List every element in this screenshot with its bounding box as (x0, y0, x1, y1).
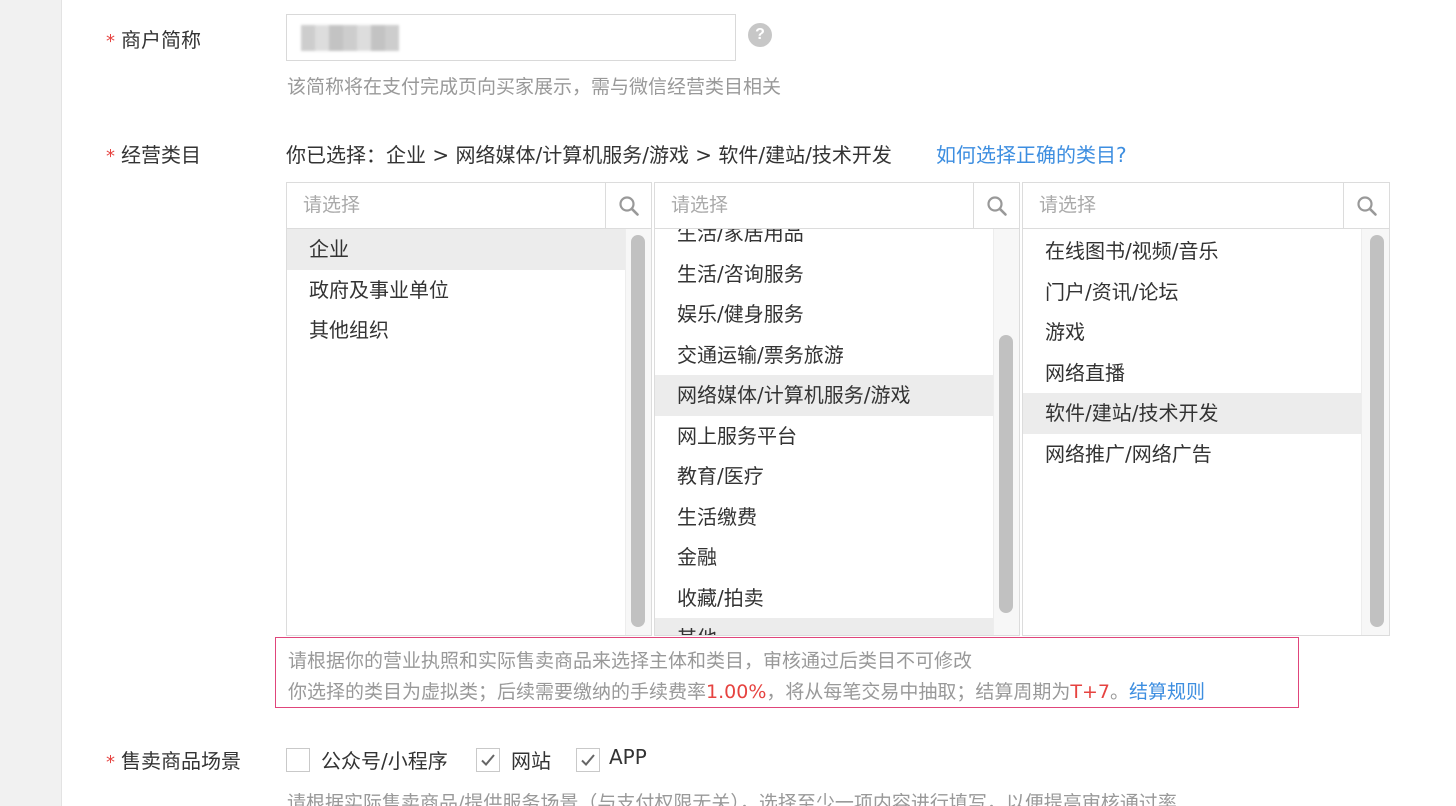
notice-line-1: 请根据你的营业执照和实际售卖商品来选择主体和类目，审核通过后类目不可修改 (288, 650, 973, 672)
column-1-scrollbar[interactable] (631, 235, 645, 627)
search-icon[interactable] (973, 183, 1019, 228)
list-item[interactable]: 娱乐/健身服务 (655, 294, 993, 335)
column-3-search-input[interactable] (1023, 183, 1341, 227)
list-item[interactable]: 政府及事业单位 (287, 270, 625, 311)
check-icon (581, 754, 595, 766)
required-mark: * (106, 31, 115, 52)
checkbox-official-account[interactable] (286, 748, 310, 772)
column-1-list: 企业 政府及事业单位 其他组织 (287, 229, 651, 635)
notice-text-a: 你选择的类目为虚拟类；后续需要缴纳的手续费率 (288, 681, 707, 703)
notice-text-b: ，将从每笔交易中抽取；结算周期为 (766, 681, 1071, 703)
list-item[interactable]: 其他组织 (287, 310, 625, 351)
fee-rate: 1.00% (706, 681, 767, 703)
list-item[interactable]: 交通运输/票务旅游 (655, 335, 993, 376)
sale-scene-hint: 请根据实际售卖商品/提供服务场景（与支付权限无关），选择至少一项内容进行填写，以… (287, 792, 1177, 806)
category-help-link[interactable]: 如何选择正确的类目? (936, 139, 1127, 168)
notice-line-2: 你选择的类目为虚拟类；后续需要缴纳的手续费率1.00%，将从每笔交易中抽取；结算… (288, 677, 1298, 708)
list-item[interactable]: 教育/医疗 (655, 456, 993, 497)
column-2-list: 生活/家居用品 生活/咨询服务 娱乐/健身服务 交通运输/票务旅游 网络媒体/计… (655, 229, 1019, 635)
search-icon[interactable] (1343, 183, 1389, 228)
merchant-name-label-text: 商户简称 (121, 28, 201, 52)
checkbox-website[interactable] (476, 748, 500, 772)
category-notice: 请根据你的营业执照和实际售卖商品来选择主体和类目，审核通过后类目不可修改 你选择… (275, 637, 1299, 708)
list-item[interactable]: 收藏/拍卖 (655, 578, 993, 619)
merchant-name-hint: 该简称将在支付完成页向买家展示，需与微信经营类目相关 (287, 76, 782, 98)
list-item[interactable]: 生活缴费 (655, 497, 993, 538)
category-label-text: 经营类目 (121, 143, 201, 167)
column-2-search (655, 183, 1019, 229)
notice-text-c: 。 (1110, 681, 1130, 703)
left-side-rail (0, 0, 62, 806)
list-item[interactable]: 游戏 (1023, 312, 1361, 353)
checkbox-label-app: APP (609, 745, 647, 769)
redacted-merchant-name (301, 25, 399, 51)
list-item[interactable]: 其他 (655, 618, 993, 635)
selected-category-path: 你已选择：企业 > 网络媒体/计算机服务/游戏 > 软件/建站/技术开发 (286, 139, 892, 168)
list-item[interactable]: 网络推广/网络广告 (1023, 434, 1361, 475)
column-1-search (287, 183, 651, 229)
selected-path: 企业 > 网络媒体/计算机服务/游戏 > 软件/建站/技术开发 (386, 143, 892, 167)
category-column-3: 在线图书/视频/音乐 门户/资讯/论坛 游戏 网络直播 软件/建站/技术开发 网… (1022, 182, 1390, 636)
selected-prefix: 你已选择： (286, 143, 386, 167)
settlement-rule-link[interactable]: 结算规则 (1129, 681, 1205, 703)
list-item[interactable]: 生活/家居用品 (655, 229, 993, 254)
category-column-1: 企业 政府及事业单位 其他组织 (286, 182, 652, 636)
column-3-list: 在线图书/视频/音乐 门户/资讯/论坛 游戏 网络直播 软件/建站/技术开发 网… (1023, 229, 1389, 635)
required-mark: * (106, 752, 115, 773)
list-item[interactable]: 软件/建站/技术开发 (1023, 393, 1361, 434)
category-column-2: 生活/家居用品 生活/咨询服务 娱乐/健身服务 交通运输/票务旅游 网络媒体/计… (654, 182, 1020, 636)
column-3-search (1023, 183, 1389, 229)
sale-scene-label-text: 售卖商品场景 (121, 749, 241, 773)
column-3-scrollbar[interactable] (1370, 235, 1384, 627)
list-item[interactable]: 在线图书/视频/音乐 (1023, 231, 1361, 272)
list-item[interactable]: 门户/资讯/论坛 (1023, 272, 1361, 313)
list-item[interactable]: 生活/咨询服务 (655, 254, 993, 295)
sale-scene-label: * 售卖商品场景 (106, 745, 241, 774)
merchant-name-input[interactable] (286, 14, 736, 61)
column-2-search-input[interactable] (655, 183, 971, 227)
list-item[interactable]: 金融 (655, 537, 993, 578)
list-item[interactable]: 网络媒体/计算机服务/游戏 (655, 375, 993, 416)
checkbox-label-website: 网站 (511, 749, 551, 773)
help-icon[interactable]: ? (748, 23, 772, 47)
merchant-name-label: * 商户简称 (106, 24, 201, 53)
list-item[interactable]: 企业 (287, 229, 625, 270)
list-item[interactable]: 网上服务平台 (655, 416, 993, 457)
list-item[interactable]: 网络直播 (1023, 353, 1361, 394)
settle-cycle: T+7 (1070, 681, 1111, 703)
check-icon (481, 754, 495, 766)
column-1-search-input[interactable] (287, 183, 603, 227)
column-2-scrollbar[interactable] (999, 335, 1013, 613)
category-label: * 经营类目 (106, 139, 201, 168)
checkbox-app[interactable] (576, 748, 600, 772)
checkbox-label-official-account: 公众号/小程序 (321, 749, 448, 773)
search-icon[interactable] (605, 183, 651, 228)
required-mark: * (106, 146, 115, 167)
